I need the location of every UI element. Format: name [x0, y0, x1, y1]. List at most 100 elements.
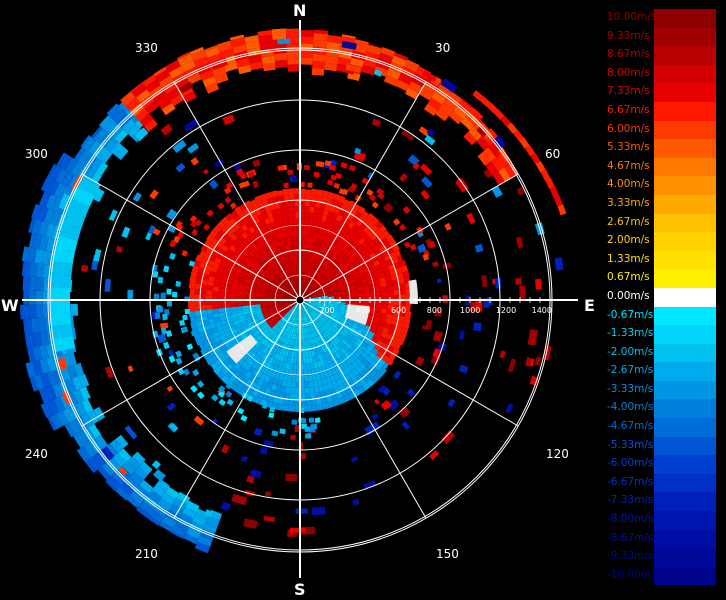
echo-cell: [226, 398, 234, 406]
echo-cell: [35, 304, 44, 319]
legend-label: -5.33m/s: [607, 438, 654, 451]
polar-grid: [22, 20, 578, 578]
legend-label: 8.67m/s: [607, 48, 650, 61]
legend-entry: 5.33m/s: [606, 139, 716, 158]
echo-cell: [534, 356, 542, 366]
echo-cell: [303, 363, 308, 370]
echo-cell: [285, 386, 291, 394]
echo-cell: [393, 289, 400, 296]
legend-entry: -5.33m/s: [606, 436, 716, 456]
echo-cell: [291, 419, 297, 425]
echo-cell: [381, 290, 388, 296]
echo-cell: [399, 223, 407, 232]
echo-cell: [162, 313, 168, 321]
echo-cell: [361, 177, 370, 185]
echo-cell: [271, 430, 279, 437]
echo-cell: [458, 364, 469, 374]
range-label: 600: [391, 306, 406, 315]
bearing-label-150: 150: [436, 547, 459, 561]
echo-cell: [212, 290, 219, 296]
echo-cell: [340, 162, 348, 169]
legend-entry: -6.00m/s: [606, 455, 716, 474]
echo-cell: [305, 189, 312, 195]
echo-cell: [327, 179, 334, 186]
legend-entry: -8.00m/s: [606, 511, 716, 530]
echo-cell: [282, 404, 289, 412]
echo-cell: [393, 218, 401, 226]
echo-cell: [288, 188, 295, 195]
echo-cell: [311, 188, 318, 196]
echo-cell: [93, 248, 102, 262]
echo-cell: [312, 60, 325, 69]
echo-cell: [290, 206, 296, 213]
echo-cell: [191, 228, 199, 237]
echo-cell: [175, 357, 183, 365]
echo-cell: [288, 405, 295, 412]
echo-cell: [307, 182, 313, 188]
legend-entry: 1.33m/s: [606, 250, 716, 270]
legend-entry: 6.00m/s: [606, 120, 716, 140]
echo-cell: [303, 357, 307, 364]
echo-cell: [196, 380, 205, 388]
echo-cell: [42, 291, 50, 305]
legend-label: 4.00m/s: [607, 178, 650, 191]
echo-cell: [80, 264, 89, 272]
echo-cell: [36, 277, 45, 291]
echo-cell: [163, 265, 170, 273]
echo-cell: [231, 493, 248, 506]
legend-entry: 0.67m/s: [606, 269, 716, 288]
echo-cell: [491, 185, 503, 198]
echo-cell: [200, 304, 207, 311]
echo-cell: [311, 404, 318, 412]
echo-cell: [444, 222, 452, 231]
echo-cell: [157, 306, 163, 313]
echo-cell: [196, 391, 205, 400]
legend-entry: -0.67m/s: [606, 306, 716, 326]
echo-cell: [288, 175, 297, 183]
echo-cell: [350, 456, 359, 463]
echo-cell: [277, 165, 284, 171]
echo-cell: [157, 276, 164, 284]
echo-cell: [290, 435, 296, 440]
bearing-label-300: 300: [25, 147, 48, 161]
echo-cell: [200, 289, 207, 296]
echo-cell: [29, 276, 38, 291]
legend-swatch: [654, 157, 716, 177]
bearing-label-120: 120: [546, 447, 569, 461]
echo-cell: [507, 358, 517, 373]
echo-cell: [309, 206, 315, 214]
echo-cell: [132, 192, 142, 202]
legend-label: 8.00m/s: [607, 66, 650, 79]
echo-cell: [288, 194, 295, 201]
echo-cell: [222, 114, 236, 126]
echo-cell: [383, 202, 394, 214]
legend-entry: 2.67m/s: [606, 213, 716, 233]
radar-plot: 200 400 600 800 1000 1200 1400: [20, 20, 578, 578]
echo-cell: [166, 402, 176, 412]
bearing-label-240: 240: [25, 447, 48, 461]
echo-cell: [387, 290, 394, 296]
legend-entry: 4.00m/s: [606, 176, 716, 195]
echo-cell: [287, 64, 300, 72]
echo-cell: [282, 188, 289, 196]
echo-cell: [304, 387, 310, 394]
echo-cell: [169, 252, 176, 260]
echo-cell: [291, 375, 296, 382]
legend-label: -1.33m/s: [607, 327, 654, 340]
legend-label: -2.00m/s: [607, 345, 654, 358]
echo-cell: [151, 460, 161, 470]
echo-cell: [424, 134, 436, 146]
echo-cell: [420, 176, 433, 189]
legend-entry: 0.00m/s: [606, 287, 716, 307]
legend-entry: -8.67m/s: [606, 529, 716, 549]
echo-cell: [295, 508, 308, 514]
legend-label: 6.67m/s: [607, 103, 650, 116]
echo-cell: [305, 399, 312, 406]
legend-swatch: [654, 362, 716, 381]
echo-cell: [420, 189, 430, 200]
north-label: N: [293, 1, 307, 20]
legend-entry: 7.33m/s: [606, 83, 716, 102]
echo-cell: [289, 200, 296, 207]
echo-cell: [218, 304, 225, 309]
echo-cell: [304, 381, 310, 388]
